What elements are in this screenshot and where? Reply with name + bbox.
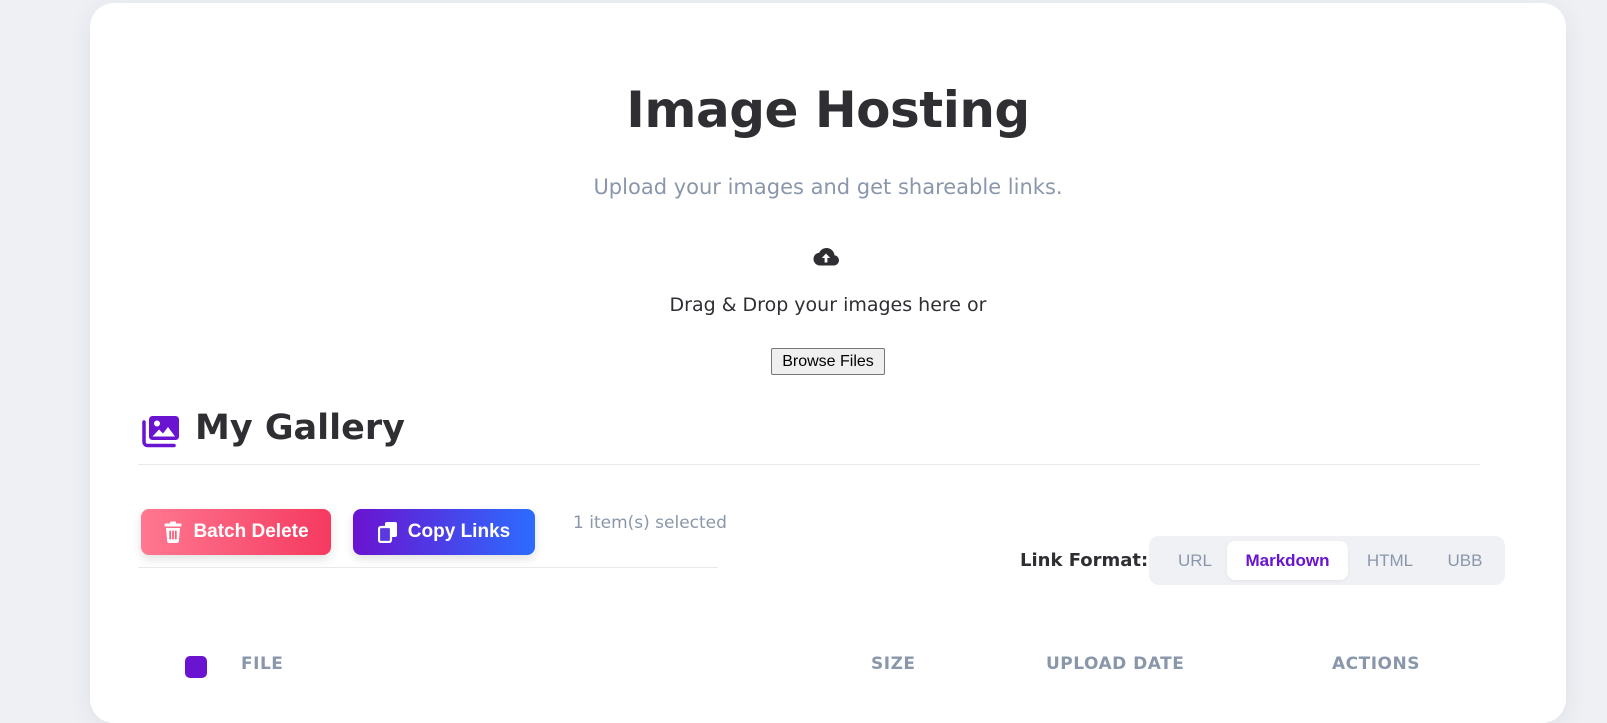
page-title: Image Hosting [626,81,1030,139]
format-option-ubb[interactable]: UBB [1432,541,1498,580]
column-header-file: FILE [241,654,284,674]
batch-delete-label: Batch Delete [193,521,309,542]
page-subtitle: Upload your images and get shareable lin… [593,175,1063,199]
images-icon [142,416,179,448]
column-header-upload-date: UPLOAD DATE [1046,654,1185,674]
format-option-html[interactable]: HTML [1348,541,1432,580]
select-all-checkbox[interactable] [185,656,207,678]
format-option-markdown[interactable]: Markdown [1227,541,1348,580]
cloud-upload-icon [813,248,839,266]
trash-icon [164,521,182,543]
gallery-title: My Gallery [195,408,405,448]
selection-count: 1 item(s) selected [573,513,727,533]
copy-links-label: Copy Links [407,521,511,542]
copy-icon [377,522,397,543]
format-option-url[interactable]: URL [1159,541,1231,580]
main-card: Image Hosting Upload your images and get… [90,3,1566,723]
copy-links-button[interactable]: Copy Links [353,509,535,555]
link-format-toggle: URL Markdown HTML UBB [1149,536,1505,585]
batch-delete-button[interactable]: Batch Delete [141,509,331,555]
gallery-divider [138,464,1480,465]
link-format-label: Link Format: [1020,550,1149,571]
column-header-size: SIZE [871,654,916,674]
browse-files-button[interactable]: Browse Files [771,348,885,375]
column-header-actions: ACTIONS [1332,654,1420,674]
toolbar-divider [138,567,718,568]
drag-drop-text: Drag & Drop your images here or [669,294,987,316]
